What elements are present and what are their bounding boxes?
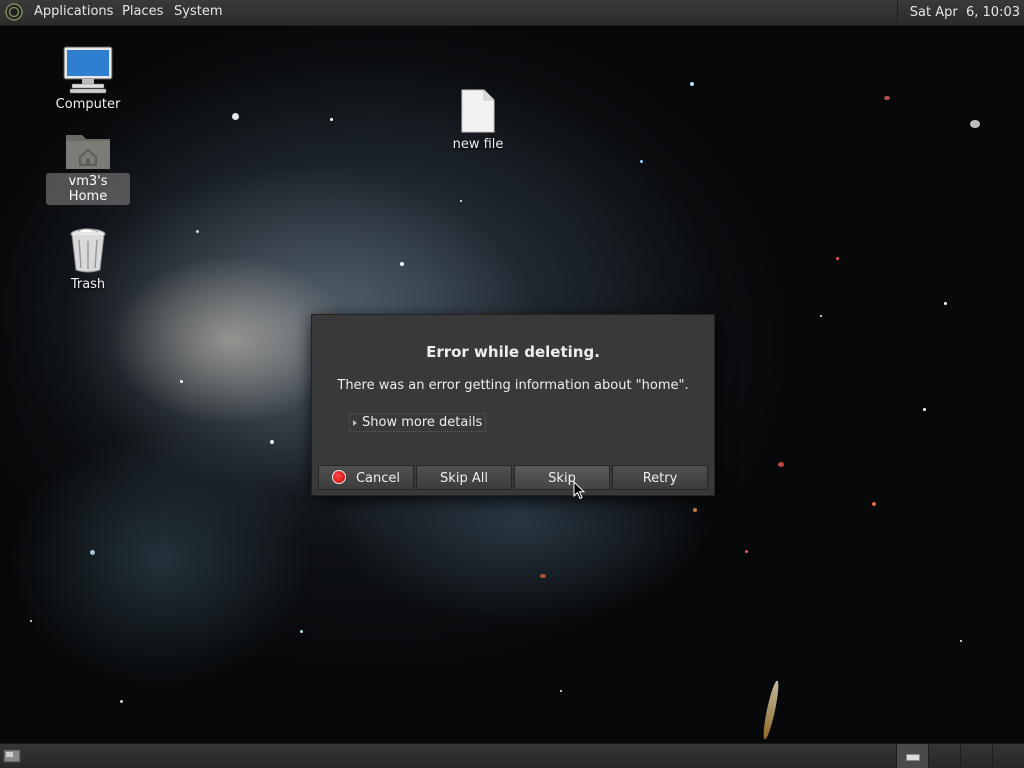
stop-icon [331,470,346,484]
workspace-2[interactable] [928,744,960,768]
expander-arrow-icon [353,420,357,426]
distro-logo-icon[interactable] [5,3,23,21]
show-desktop-icon[interactable] [3,748,21,764]
retry-button[interactable]: Retry [612,465,708,490]
desktop-icon-label: new file [452,137,504,152]
cancel-button-label: Cancel [355,471,401,486]
skip-button[interactable]: Skip [514,465,610,490]
desktop-icon-home[interactable]: vm3's Home [46,127,130,205]
skip-all-button-label: Skip All [440,471,488,486]
workspace-4[interactable] [992,744,1024,768]
dialog-title: Error while deleting. [426,343,600,361]
show-details-label: Show more details [362,415,483,430]
desktop-icon-trash[interactable]: Trash [46,226,130,293]
top-panel: Applications Places System Sat Apr 6, 10… [0,0,1024,26]
error-dialog: Error while deleting. There was an error… [311,314,715,496]
retry-button-label: Retry [642,471,678,486]
dialog-button-bar: Cancel Skip All Skip Retry [317,465,709,490]
workspace-1[interactable] [896,744,928,768]
desktop-icon-label: Trash [70,277,106,292]
desktop-icon-computer[interactable]: Computer [46,44,130,113]
dialog-message: There was an error getting information a… [337,378,689,393]
places-menu[interactable]: Places [122,4,163,20]
show-details-expander[interactable]: Show more details [349,413,487,432]
bottom-panel [0,743,1024,768]
clock[interactable]: Sat Apr 6, 10:03 [896,0,1024,25]
system-menu[interactable]: System [174,4,222,20]
document-file-icon [461,89,495,133]
workspace-3[interactable] [960,744,992,768]
workspace-window-thumbnail [906,754,920,761]
trash-can-icon [70,228,106,273]
desktop-icon-new-file[interactable]: new file [436,88,520,153]
skip-button-label: Skip [548,471,576,486]
desktop-icon-label: Computer [55,97,121,112]
home-folder-icon [66,135,110,169]
cancel-button[interactable]: Cancel [318,465,414,490]
computer-monitor-icon [63,46,113,94]
desktop-icon-label: vm3's Home [46,173,130,205]
applications-menu[interactable]: Applications [34,4,113,20]
skip-all-button[interactable]: Skip All [416,465,512,490]
mouse-pointer-icon [573,481,585,500]
